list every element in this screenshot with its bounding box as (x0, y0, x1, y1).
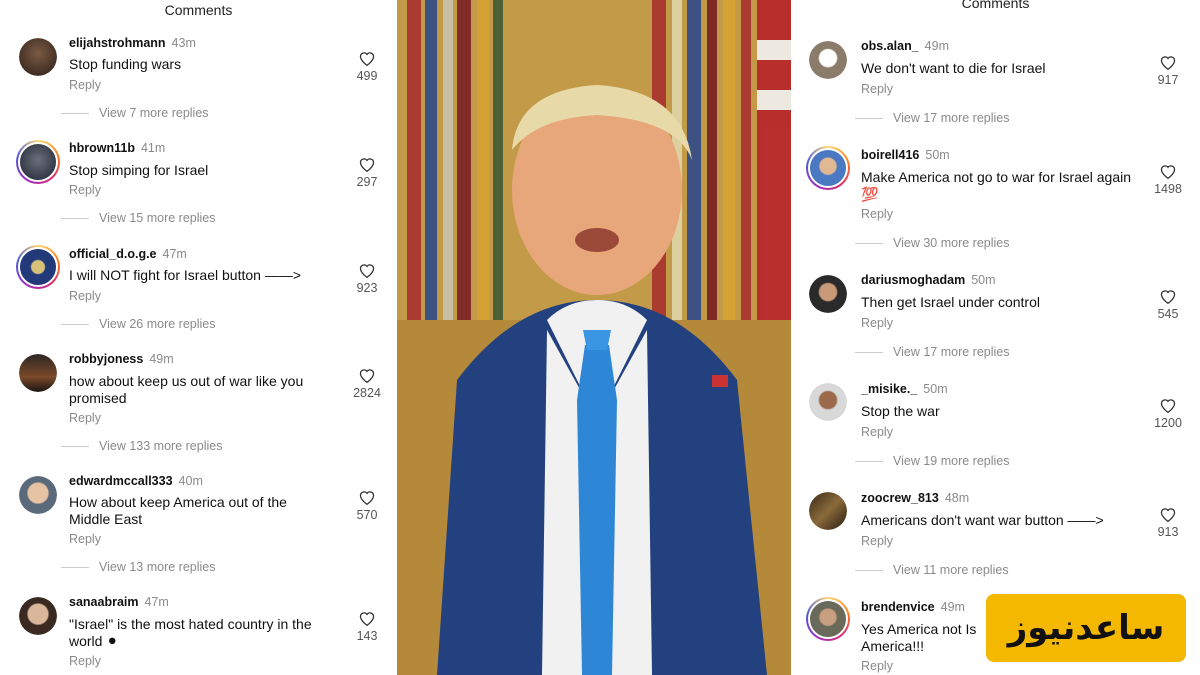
reply-button[interactable]: Reply (69, 289, 101, 303)
username[interactable]: zoocrew_813 48m (861, 491, 969, 505)
view-more-replies[interactable]: View 15 more replies (61, 211, 216, 225)
reply-button[interactable]: Reply (861, 425, 893, 439)
like-count: 570 (356, 508, 378, 522)
heart-outline-icon (359, 369, 375, 383)
username[interactable]: robbyjoness 49m (69, 352, 174, 366)
avatar[interactable] (809, 275, 847, 313)
heart-outline-icon (1160, 399, 1176, 413)
username[interactable]: sanaabraim 47m (69, 595, 169, 609)
username[interactable]: _misike._ 50m (861, 382, 948, 396)
avatar[interactable] (19, 476, 57, 514)
heart-outline-icon (359, 491, 375, 505)
view-more-replies[interactable]: View 133 more replies (61, 439, 222, 453)
username[interactable]: official_d.o.g.e 47m (69, 247, 187, 261)
reply-button[interactable]: Reply (861, 316, 893, 330)
right-comments-panel: Comments obs.alan_ 49m We don't want to d… (791, 0, 1200, 675)
heart-outline-icon (359, 158, 375, 172)
avatar[interactable] (19, 38, 57, 76)
like-count: 923 (356, 281, 378, 295)
avatar[interactable] (806, 146, 850, 190)
view-more-replies[interactable]: View 19 more replies (855, 454, 1010, 468)
avatar[interactable] (19, 597, 57, 635)
view-more-replies[interactable]: View 17 more replies (855, 111, 1010, 125)
like-button[interactable]: 917 (1148, 54, 1188, 87)
username[interactable]: hbrown11b 41m (69, 141, 165, 155)
reply-button[interactable]: Reply (861, 659, 893, 673)
like-button[interactable]: 570 (347, 489, 387, 522)
avatar[interactable] (19, 354, 57, 392)
view-more-replies[interactable]: View 26 more replies (61, 317, 216, 331)
reply-button[interactable]: Reply (69, 532, 101, 546)
reply-button[interactable]: Reply (69, 183, 101, 197)
comment-text: Then get Israel under control (861, 294, 1040, 310)
like-button[interactable]: 913 (1148, 506, 1188, 539)
avatar[interactable] (16, 245, 60, 289)
like-count: 143 (356, 629, 378, 643)
like-button[interactable]: 143 (347, 610, 387, 643)
comment-text: We don't want to die for Israel (861, 60, 1046, 76)
like-count: 545 (1157, 307, 1179, 321)
username[interactable]: boirell416 50m (861, 148, 950, 162)
reply-button[interactable]: Reply (69, 654, 101, 668)
heart-outline-icon (1160, 165, 1176, 179)
heart-outline-icon (1160, 290, 1176, 304)
reply-button[interactable]: Reply (861, 207, 893, 221)
site-watermark-logo: ساعدنیوز (986, 594, 1186, 662)
comment-text: Stop funding wars (69, 56, 182, 72)
like-button[interactable]: 297 (347, 156, 387, 189)
reply-button[interactable]: Reply (861, 82, 893, 96)
username[interactable]: obs.alan_ 49m (861, 39, 949, 53)
avatar[interactable] (809, 383, 847, 421)
heart-outline-icon (359, 264, 375, 278)
username[interactable]: edwardmccall333 40m (69, 474, 203, 488)
comment-text: "Israel" is the most hated country in th… (69, 616, 312, 649)
comment-text: Americans don't want war button ——> (861, 512, 1104, 528)
username[interactable]: dariusmoghadam 50m (861, 273, 996, 287)
like-count: 1200 (1154, 416, 1182, 430)
heart-outline-icon (359, 612, 375, 626)
reply-button[interactable]: Reply (861, 534, 893, 548)
like-button[interactable]: 1200 (1148, 397, 1188, 430)
view-more-replies[interactable]: View 7 more replies (61, 106, 209, 120)
like-button[interactable]: 1498 (1148, 163, 1188, 196)
reply-button[interactable]: Reply (69, 78, 101, 92)
like-count: 917 (1157, 73, 1179, 87)
avatar[interactable] (809, 492, 847, 530)
heart-outline-icon (359, 52, 375, 66)
view-more-replies[interactable]: View 13 more replies (61, 560, 216, 574)
like-count: 1498 (1154, 182, 1182, 196)
view-more-replies[interactable]: View 17 more replies (855, 345, 1010, 359)
like-count: 499 (356, 69, 378, 83)
comment-text: Stop the war (861, 403, 940, 419)
heart-outline-icon (1160, 56, 1176, 70)
avatar[interactable] (806, 597, 850, 641)
comment-text: I will NOT fight for Israel button ——> (69, 267, 301, 283)
comment-text: Yes America not Is America!!! (861, 621, 977, 654)
avatar[interactable] (809, 41, 847, 79)
comment-text: How about keep America out of the Middle… (69, 494, 287, 527)
like-button[interactable]: 499 (347, 50, 387, 83)
heart-outline-icon (1160, 508, 1176, 522)
like-button[interactable]: 2824 (347, 367, 387, 400)
panel-title: Comments (164, 2, 233, 18)
avatar[interactable] (16, 140, 60, 184)
post-photo (397, 0, 791, 675)
like-button[interactable]: 923 (347, 262, 387, 295)
comment-text: Stop simping for Israel (69, 162, 209, 178)
like-button[interactable]: 545 (1148, 288, 1188, 321)
comment-text: how about keep us out of war like you pr… (69, 373, 304, 406)
reply-button[interactable]: Reply (69, 411, 101, 425)
comment-text: Make America not go to war for Israel ag… (861, 169, 1132, 202)
like-count: 913 (1157, 525, 1179, 539)
like-count: 297 (356, 175, 378, 189)
username[interactable]: elijahstrohmann 43m (69, 36, 196, 50)
photo-illustration (397, 0, 791, 675)
left-comments-panel: Comments elijahstrohmann 43m Stop funding… (0, 0, 397, 675)
view-more-replies[interactable]: View 11 more replies (855, 563, 1009, 577)
panel-title: Comments (961, 0, 1030, 11)
view-more-replies[interactable]: View 30 more replies (855, 236, 1010, 250)
username[interactable]: brendenvice 49m (861, 600, 965, 614)
like-count: 2824 (353, 386, 381, 400)
